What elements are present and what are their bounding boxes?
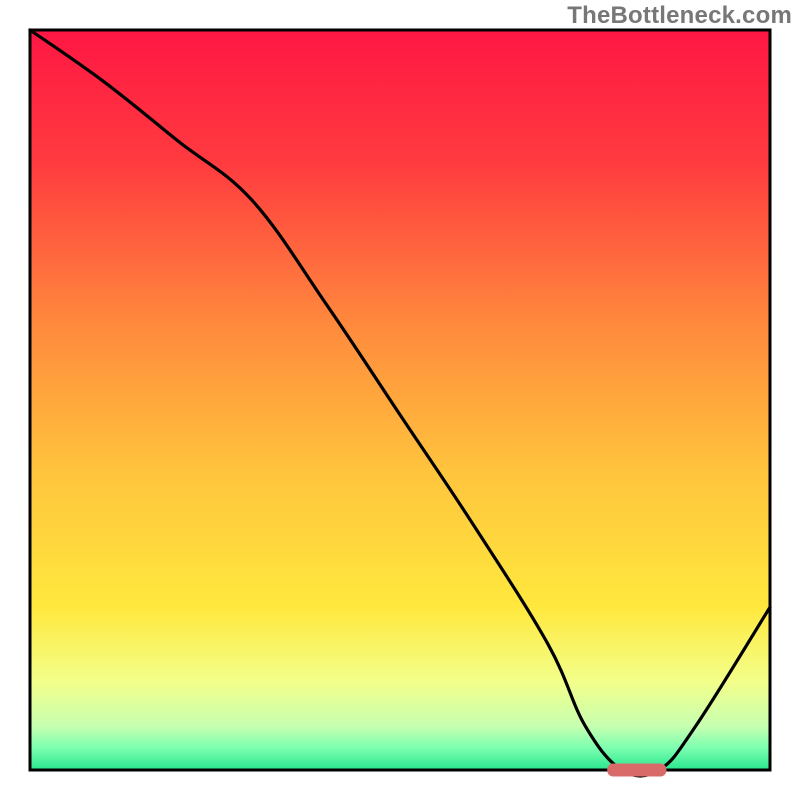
plot-background — [30, 30, 770, 770]
bottleneck-chart — [0, 0, 800, 800]
chart-container: TheBottleneck.com — [0, 0, 800, 800]
optimal-zone-marker — [607, 764, 666, 777]
watermark-label: TheBottleneck.com — [567, 2, 792, 30]
